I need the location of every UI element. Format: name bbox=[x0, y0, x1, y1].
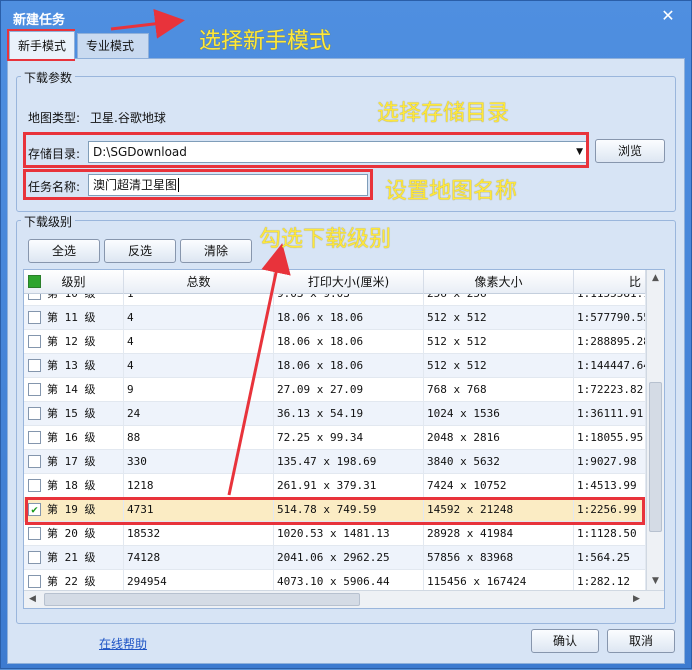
tab-novice-mode[interactable]: 新手模式 bbox=[9, 31, 75, 59]
annotation-map-name: 设置地图名称 bbox=[385, 179, 518, 204]
annotation-arrows bbox=[110, 8, 291, 496]
annotation-storage-dir: 选择存储目录 bbox=[377, 101, 510, 126]
new-task-dialog: 新建任务 ✕ 新手模式 专业模式 下载参数 地图类型: 卫星.谷歌地球 存储目录… bbox=[0, 0, 692, 669]
arrow-to-novice-mode bbox=[110, 8, 185, 39]
annotation-check-levels: 勾选下载级别 bbox=[259, 227, 392, 252]
arrow-to-level-check bbox=[227, 243, 291, 496]
annotation-novice-mode: 选择新手模式 bbox=[199, 29, 332, 54]
